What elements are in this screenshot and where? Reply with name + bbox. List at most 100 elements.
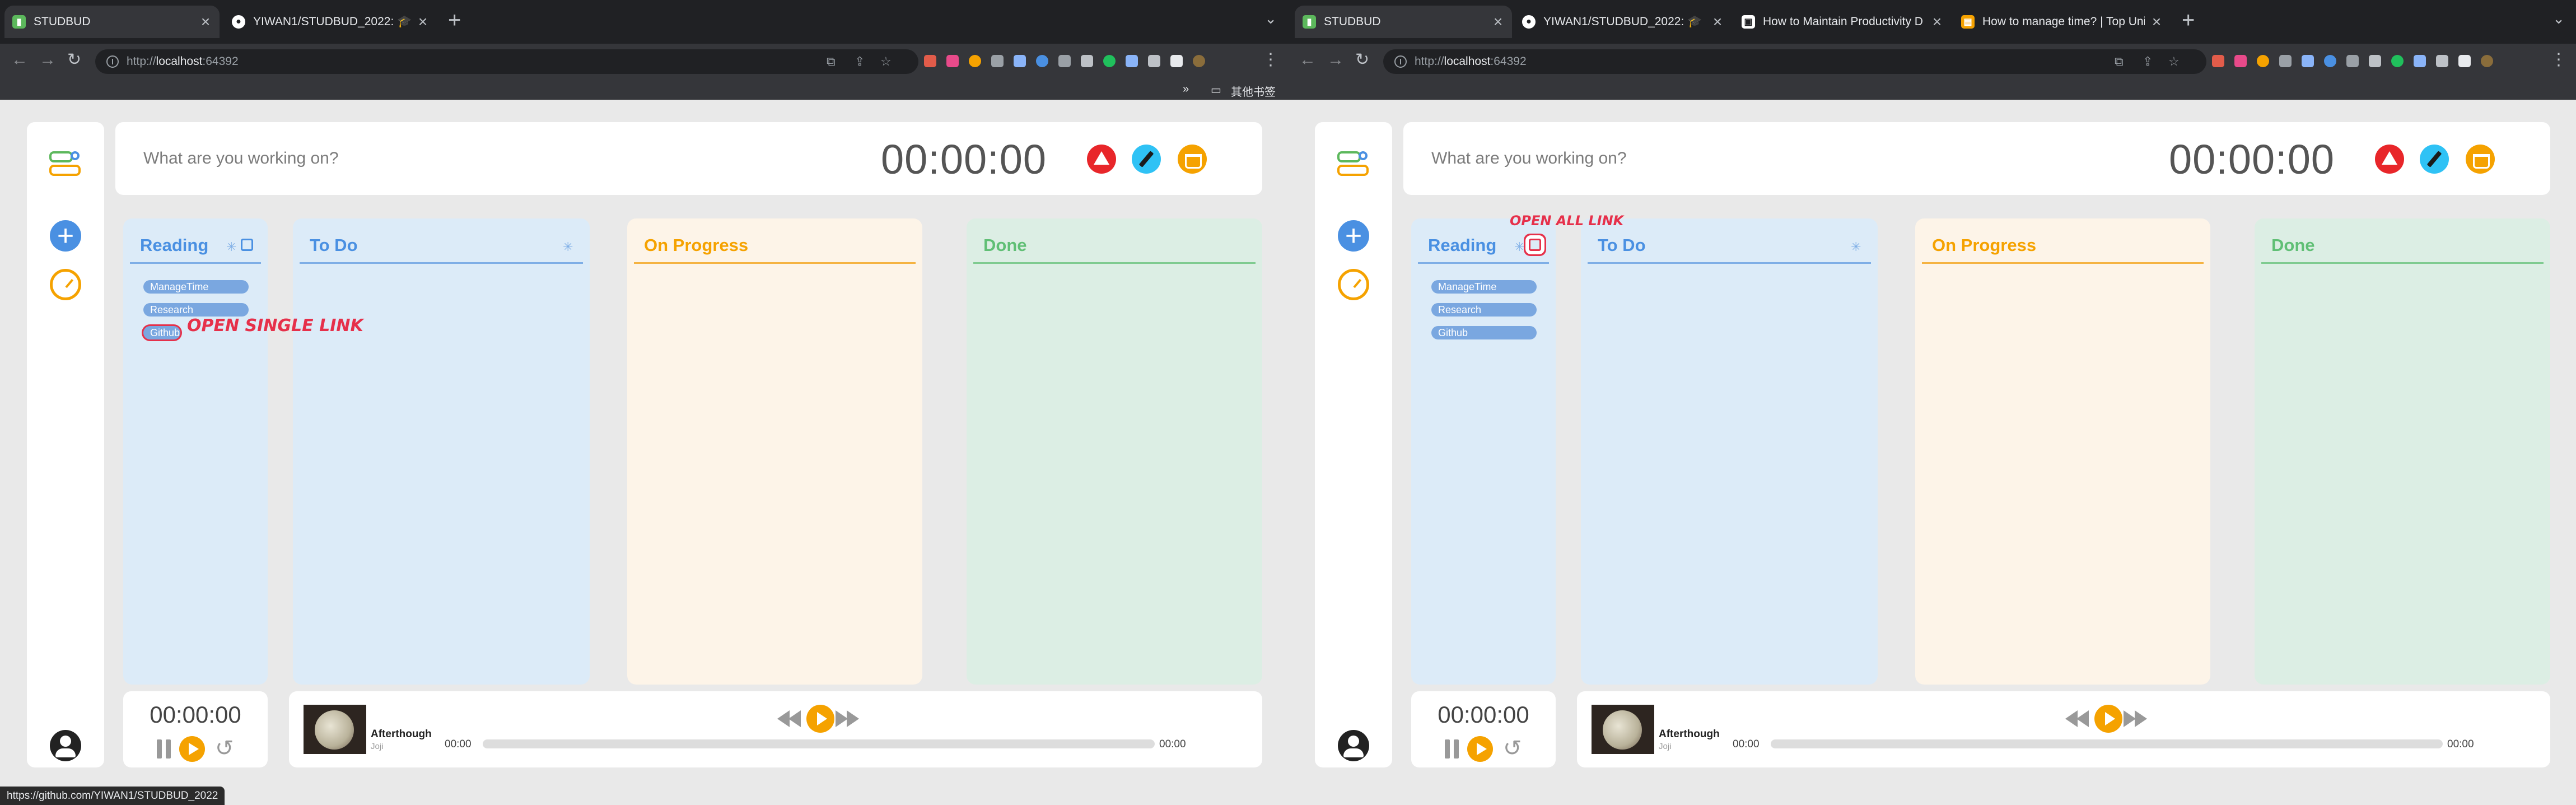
star-icon[interactable]: ✳ — [226, 240, 236, 254]
close-tab-icon[interactable]: × — [1931, 14, 1943, 30]
close-tab-icon[interactable]: × — [199, 14, 212, 30]
fast-forward-icon[interactable] — [836, 710, 864, 727]
edit-button[interactable] — [1132, 145, 1161, 174]
add-task-button[interactable]: + — [1338, 220, 1369, 252]
rewind-icon[interactable] — [777, 710, 805, 727]
user-profile-icon[interactable] — [1338, 730, 1369, 761]
new-tab-icon[interactable]: + — [2182, 9, 2195, 31]
extension-icon[interactable] — [1014, 55, 1026, 67]
tab-search-icon[interactable]: ⌄ — [1264, 11, 1277, 26]
bookmark-folder[interactable]: 其他书签 — [1231, 83, 1276, 99]
break-cup-button[interactable] — [2466, 145, 2495, 174]
play-button[interactable] — [2094, 705, 2122, 733]
tab-search-icon[interactable]: ⌄ — [2552, 11, 2565, 26]
reading-link[interactable]: ManageTime — [1431, 280, 1537, 294]
side-panel-icon[interactable] — [2458, 55, 2471, 67]
bookmark-star-icon[interactable]: ☆ — [880, 54, 892, 69]
studbud-logo-icon[interactable] — [48, 148, 82, 182]
extension-icon[interactable] — [2234, 55, 2247, 67]
site-info-icon[interactable] — [1394, 55, 1407, 68]
back-icon[interactable]: ← — [11, 52, 28, 68]
task-input[interactable]: What are you working on? — [143, 149, 339, 168]
close-tab-icon[interactable]: × — [1711, 14, 1724, 30]
extension-icon[interactable] — [991, 55, 1004, 67]
extension-icon[interactable] — [2346, 55, 2359, 67]
tab-manage-time[interactable]: ▤ How to manage time? | Top Uni × — [1953, 6, 2171, 38]
tab-github[interactable]: ● YIWAN1/STUDBUD_2022: 🎓 S × — [1514, 6, 1732, 38]
tab-studbud[interactable]: ▮ STUDBUD × — [1295, 6, 1512, 38]
extension-icon[interactable] — [969, 55, 981, 67]
extension-icon[interactable] — [2212, 55, 2224, 67]
bookmark-star-icon[interactable]: ☆ — [2168, 54, 2180, 69]
tab-productivity[interactable]: ▣ How to Maintain Productivity D × — [1734, 6, 1951, 38]
forward-icon[interactable]: → — [39, 52, 56, 68]
extension-icon[interactable] — [2414, 55, 2426, 67]
reading-link[interactable]: Research — [143, 303, 249, 317]
share-icon[interactable]: ⇪ — [855, 54, 865, 69]
extension-icon[interactable] — [924, 55, 936, 67]
tab-studbud[interactable]: ▮ STUDBUD × — [4, 6, 220, 38]
reload-icon[interactable]: ↻ — [1355, 52, 1369, 68]
fast-forward-icon[interactable] — [2124, 710, 2152, 727]
bookmarks-more-icon[interactable]: » — [1183, 83, 1189, 96]
extension-icon[interactable] — [1103, 55, 1116, 67]
user-profile-icon[interactable] — [50, 730, 81, 761]
share-icon[interactable]: ⇪ — [2143, 54, 2153, 69]
reading-link[interactable]: Research — [1431, 303, 1537, 317]
site-info-icon[interactable] — [106, 55, 119, 68]
extension-icon[interactable] — [2391, 55, 2404, 67]
reading-link[interactable]: ManageTime — [143, 280, 249, 294]
address-bar[interactable]: http://localhost:64392 ⧉ ⇪ ☆ — [95, 49, 918, 74]
extension-icon[interactable] — [2279, 55, 2292, 67]
extension-icon[interactable] — [1126, 55, 1138, 67]
star-icon[interactable]: ✳ — [563, 240, 573, 254]
close-tab-icon[interactable]: × — [2150, 14, 2163, 30]
tab-github[interactable]: ● YIWAN1/STUDBUD_2022: 🎓 S × — [224, 6, 437, 38]
browser-menu-icon[interactable]: ⋮ — [2550, 52, 2567, 68]
profile-avatar-icon[interactable] — [1193, 55, 1205, 67]
address-bar[interactable]: http://localhost:64392 ⧉ ⇪ ☆ — [1383, 49, 2206, 74]
open-all-links-icon[interactable] — [1529, 239, 1541, 251]
pause-icon[interactable] — [1445, 739, 1459, 759]
stopwatch-icon[interactable] — [50, 269, 81, 300]
new-tab-icon[interactable]: + — [448, 9, 461, 31]
star-icon[interactable]: ✳ — [1851, 240, 1861, 254]
reload-icon[interactable]: ↻ — [67, 52, 81, 68]
extension-icon[interactable] — [1058, 55, 1071, 67]
reset-icon[interactable]: ↺ — [1503, 737, 1522, 760]
puzzle-extensions-icon[interactable] — [1148, 55, 1160, 67]
reading-link[interactable]: Github — [1431, 326, 1537, 339]
play-button[interactable] — [1467, 736, 1493, 762]
edit-button[interactable] — [2420, 145, 2449, 174]
progress-bar[interactable] — [483, 739, 1155, 748]
folder-icon[interactable]: ▭ — [1211, 83, 1221, 97]
rewind-icon[interactable] — [2065, 710, 2093, 727]
task-input[interactable]: What are you working on? — [1431, 149, 1627, 168]
play-button[interactable] — [806, 705, 834, 733]
reset-icon[interactable]: ↺ — [215, 737, 234, 760]
alert-button[interactable] — [1087, 145, 1116, 174]
extension-icon[interactable] — [1036, 55, 1048, 67]
forward-icon[interactable]: → — [1327, 52, 1344, 68]
browser-menu-icon[interactable]: ⋮ — [1262, 52, 1279, 68]
extension-icon[interactable] — [2369, 55, 2381, 67]
play-button[interactable] — [179, 736, 205, 762]
translate-icon[interactable]: ⧉ — [2115, 54, 2124, 69]
progress-bar[interactable] — [1771, 739, 2443, 748]
pause-icon[interactable] — [157, 739, 171, 759]
reading-link[interactable]: Github — [143, 326, 180, 339]
back-icon[interactable]: ← — [1299, 52, 1316, 68]
add-task-button[interactable]: + — [50, 220, 81, 252]
studbud-logo-icon[interactable] — [1336, 148, 1370, 182]
break-cup-button[interactable] — [1178, 145, 1207, 174]
open-all-links-icon[interactable] — [241, 239, 253, 251]
translate-icon[interactable]: ⧉ — [827, 54, 836, 69]
stopwatch-icon[interactable] — [1338, 269, 1369, 300]
alert-button[interactable] — [2375, 145, 2404, 174]
extension-icon[interactable] — [2324, 55, 2336, 67]
extension-icon[interactable] — [1081, 55, 1093, 67]
close-tab-icon[interactable]: × — [1492, 14, 1504, 30]
close-tab-icon[interactable]: × — [417, 14, 429, 30]
extension-icon[interactable] — [946, 55, 959, 67]
star-icon[interactable]: ✳ — [1514, 240, 1524, 254]
